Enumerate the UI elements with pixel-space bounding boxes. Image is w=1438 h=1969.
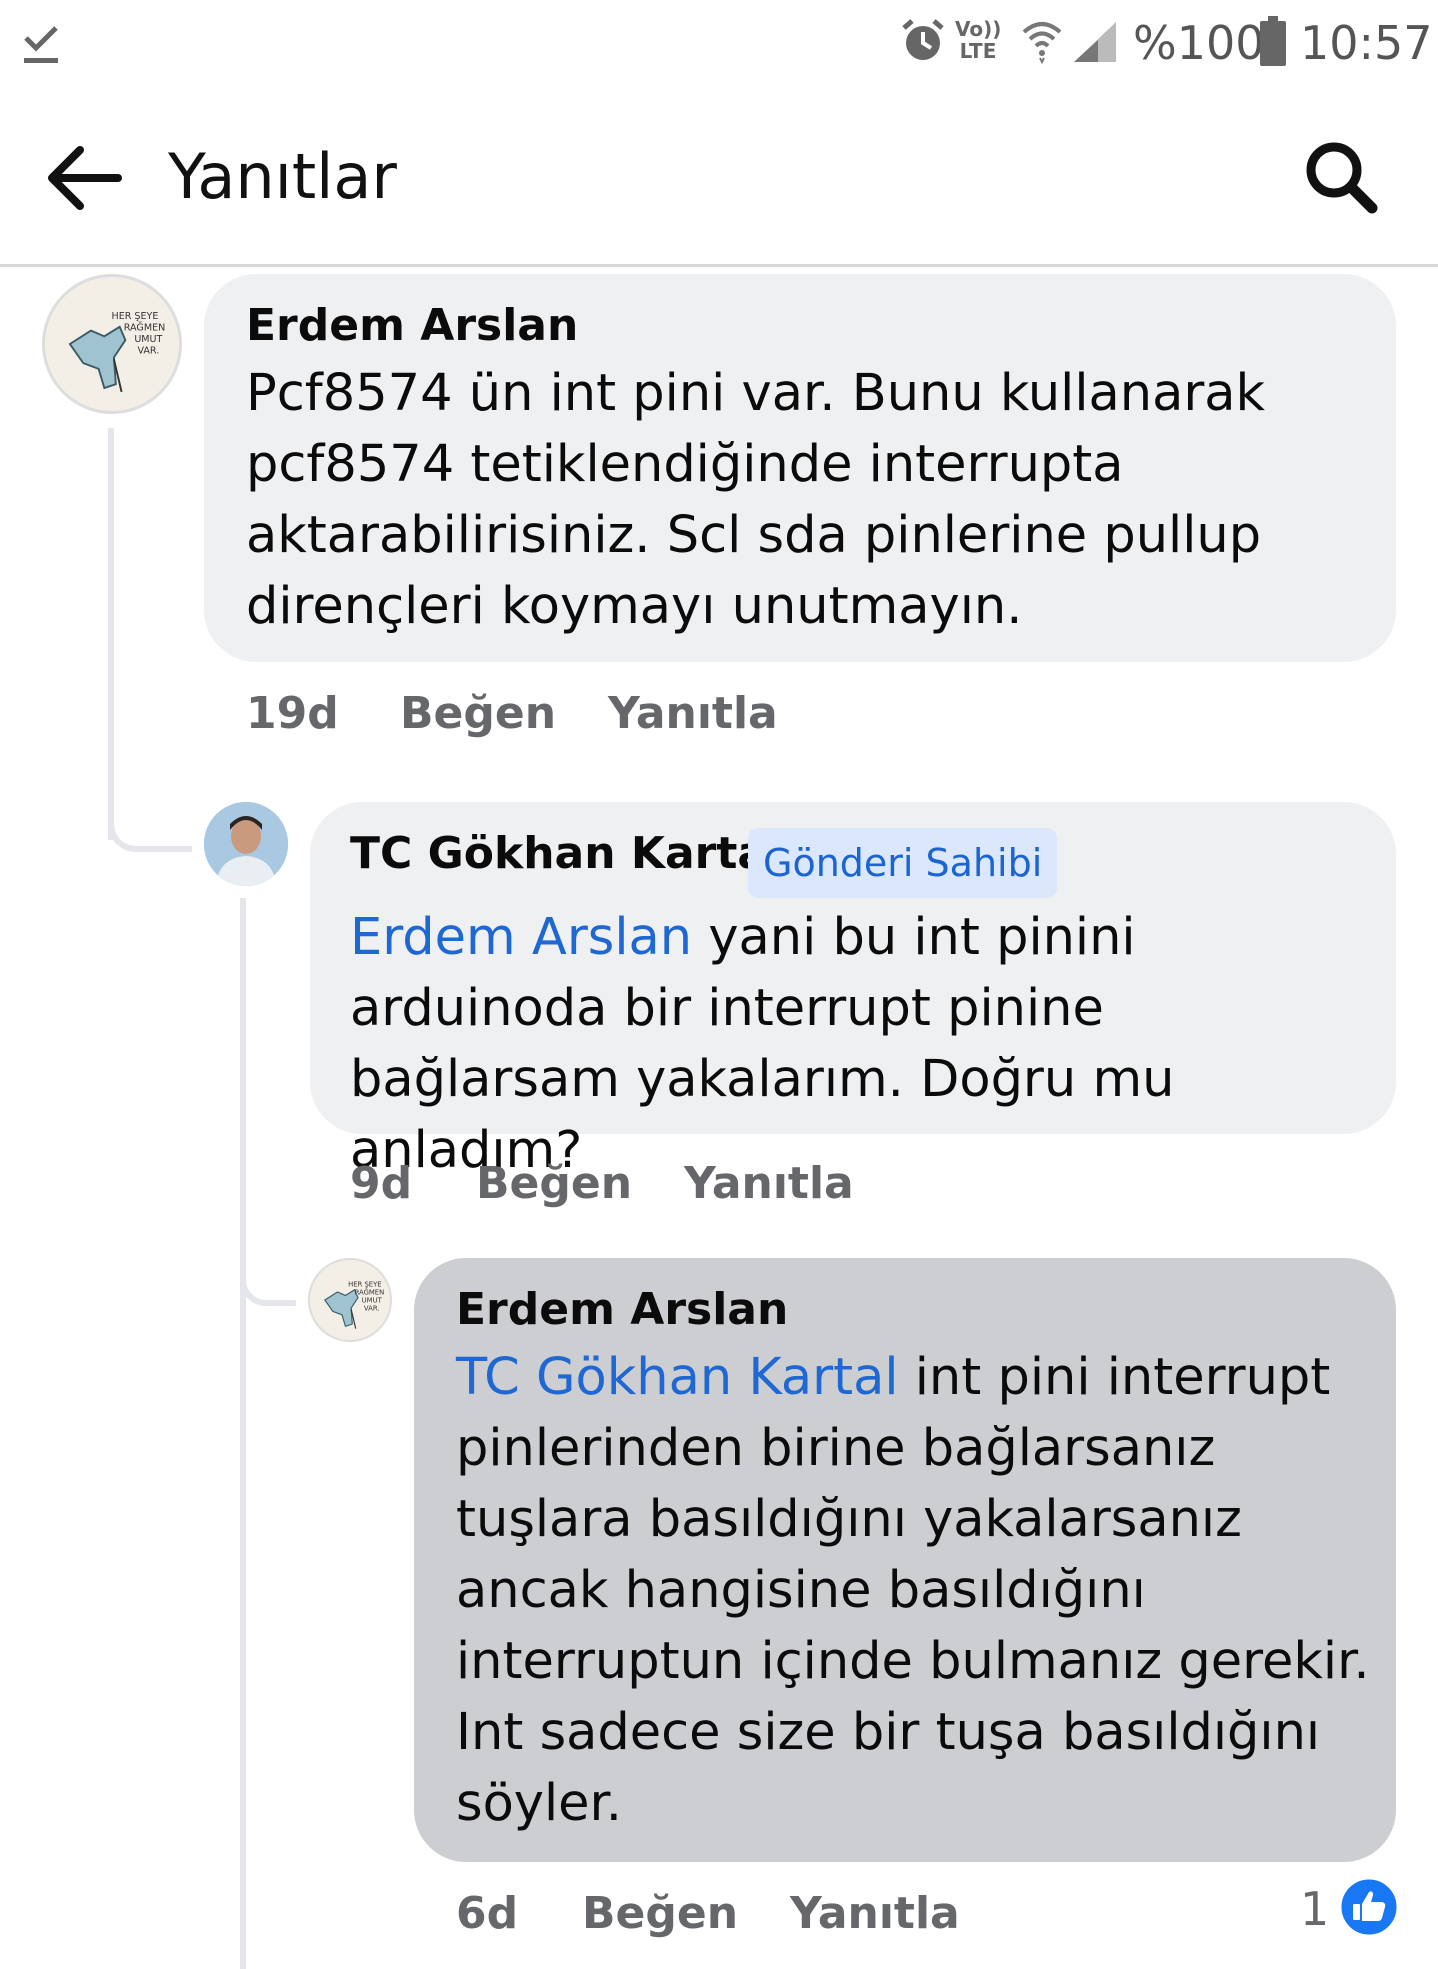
svg-text:VAR.: VAR. (137, 346, 159, 357)
svg-text:RAĞMEN: RAĞMEN (355, 1287, 385, 1296)
like-button[interactable]: Beğen (582, 1888, 738, 1939)
battery-percent: %100 (1133, 16, 1265, 70)
battery-icon (1260, 16, 1286, 66)
reply-button[interactable]: Yanıtla (608, 688, 778, 739)
svg-text:HER ŞEYE: HER ŞEYE (348, 1280, 382, 1288)
comment-author[interactable]: Erdem Arslan (456, 1284, 788, 1335)
avatar[interactable] (204, 802, 288, 886)
like-button[interactable]: Beğen (476, 1158, 632, 1209)
reply-button[interactable]: Yanıtla (684, 1158, 854, 1209)
thread-line (108, 428, 114, 840)
author-badge: Gönderi Sahibi (748, 828, 1058, 898)
comment-time: 19d (246, 688, 339, 739)
avatar[interactable]: HER ŞEYE RAĞMEN UMUT VAR. (42, 274, 182, 414)
search-icon[interactable] (1302, 138, 1382, 218)
like-button[interactable]: Beğen (400, 688, 556, 739)
profile-photo-icon (204, 802, 288, 886)
comment-time: 6d (456, 1888, 519, 1939)
back-arrow-icon[interactable] (44, 138, 124, 218)
page-title: Yanıtlar (168, 140, 397, 213)
comment-bubble[interactable]: Erdem Arslan Pcf8574 ün int pini var. Bu… (204, 274, 1396, 662)
thread-line (240, 898, 246, 1969)
status-bar: Vo)) LTE %100 10:57 (0, 0, 1438, 90)
wifi-icon (1022, 22, 1062, 64)
mention-link[interactable]: TC Gökhan Kartal (456, 1348, 899, 1407)
comment-bubble[interactable]: TC Gökhan Kartal Gönderi Sahibi Erdem Ar… (310, 802, 1396, 1180)
svg-text:VAR.: VAR. (364, 1304, 380, 1312)
comment-time: 9d (350, 1158, 413, 1209)
app-bar: Yanıtlar (0, 90, 1438, 267)
comment-text: Pcf8574 ün int pini var. Bunu kullanarak… (246, 364, 1266, 636)
download-done-icon (24, 26, 58, 63)
reply-button[interactable]: Yanıtla (790, 1888, 960, 1939)
thread-connector (108, 800, 192, 852)
mention-link[interactable]: Erdem Arslan (350, 908, 692, 967)
svg-text:UMUT: UMUT (362, 1296, 383, 1304)
thread-connector (240, 1250, 296, 1306)
hand-logo-icon: HER ŞEYE RAĞMEN UMUT VAR. (324, 1280, 385, 1329)
avatar-text: HER ŞEYE (112, 311, 159, 322)
like-reaction-icon[interactable] (1338, 1876, 1400, 1938)
avatar[interactable]: HER ŞEYE RAĞMEN UMUT VAR. (308, 1258, 392, 1342)
svg-text:RAĞMEN: RAĞMEN (124, 322, 166, 334)
clock: 10:57 (1300, 16, 1433, 70)
comment-author[interactable]: TC Gökhan Kartal (350, 828, 782, 879)
volte-indicator: Vo)) LTE (955, 17, 1002, 63)
cell-signal-icon (1074, 22, 1116, 62)
reaction-count[interactable]: 1 (1300, 1882, 1329, 1936)
svg-text:UMUT: UMUT (134, 334, 162, 345)
comment-text: Erdem Arslan yani bu int pinini arduinod… (350, 908, 1175, 1180)
comment-author[interactable]: Erdem Arslan (246, 300, 578, 351)
comment-text: TC Gökhan Kartal int pini interrupt pinl… (456, 1348, 1370, 1833)
alarm-icon (902, 19, 944, 60)
hand-logo-icon: HER ŞEYE RAĞMEN UMUT VAR. (68, 311, 166, 393)
comment-bubble-highlighted[interactable]: Erdem Arslan TC Gökhan Kartal int pini i… (414, 1258, 1396, 1862)
